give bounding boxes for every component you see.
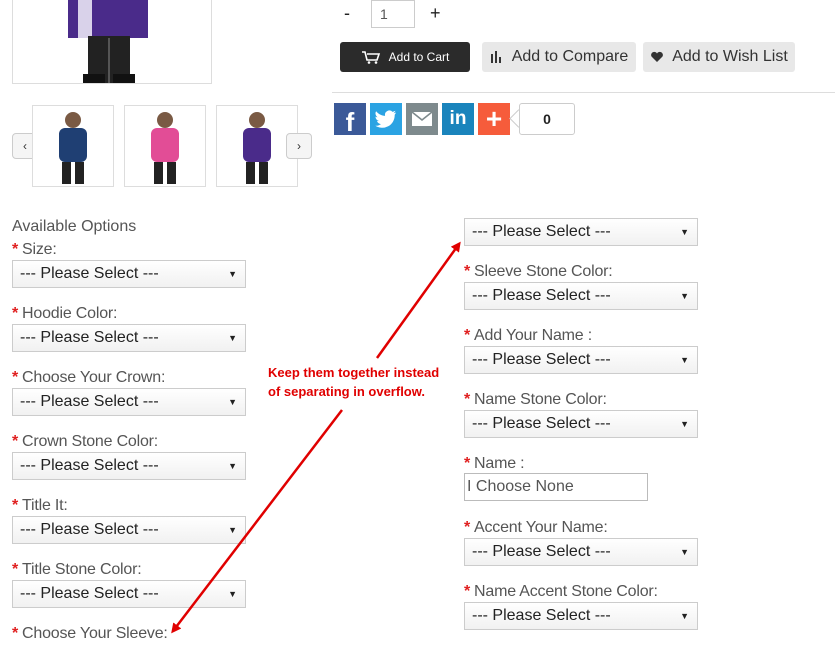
arrow-down [171, 409, 343, 634]
arrow-up [375, 241, 461, 359]
annotation-arrows [171, 241, 461, 634]
